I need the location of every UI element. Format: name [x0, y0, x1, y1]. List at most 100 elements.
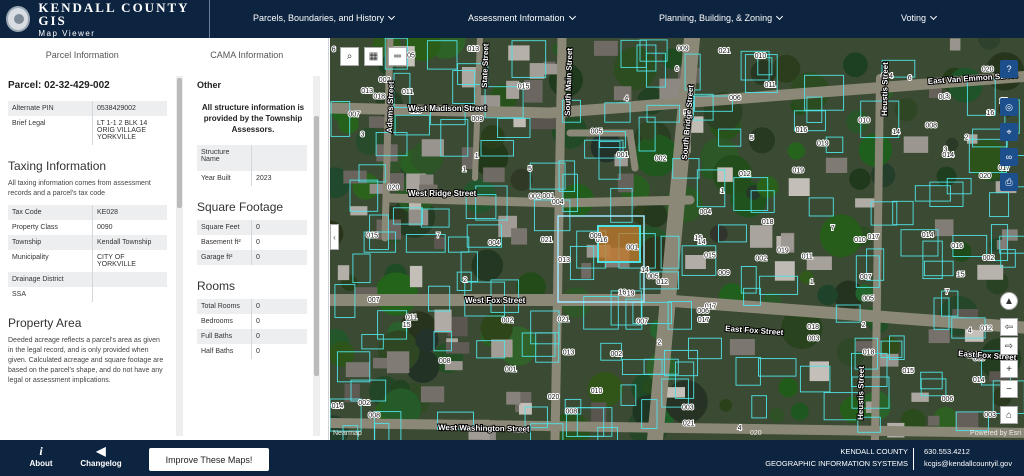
house-roof [594, 40, 618, 56]
house-roof [1001, 229, 1018, 241]
phone-number[interactable]: 630.553.4212 [924, 446, 1012, 458]
field-value: 0 [256, 348, 260, 355]
house-roof [529, 63, 545, 79]
parcel-number: 2 [657, 340, 661, 347]
about-button[interactable]: i About [26, 444, 56, 468]
tree [894, 98, 918, 122]
layers-button[interactable]: ◎ [1000, 98, 1018, 116]
parcel-info-column: Parcel: 02-32-429-002 Alternate PIN 05384… [0, 72, 175, 440]
scale-label: 020 [750, 430, 762, 437]
collapse-panel-button[interactable]: ‹ [330, 224, 339, 250]
changelog-label: Changelog [80, 459, 122, 468]
table-row: Alternate PIN 0538429002 [8, 101, 167, 116]
house-roof [996, 240, 1008, 250]
footer-bar: i About ◀ Changelog Improve These Maps! … [0, 440, 1024, 476]
chevron-down-icon [388, 12, 396, 21]
parcel-number: 7 [436, 233, 440, 240]
street-label: Adams Street [385, 81, 396, 133]
field-label: Tax Code [8, 205, 93, 220]
house-roof [928, 415, 940, 426]
next-extent-button[interactable]: ⇨ [1000, 337, 1018, 355]
parcel-number: 019 [792, 168, 804, 175]
nav-assessment[interactable]: Assessment Information [468, 12, 576, 23]
tree [849, 168, 871, 190]
parcel-number: 008 [925, 123, 937, 130]
improve-maps-button[interactable]: Improve These Maps! [149, 448, 269, 471]
link-button[interactable]: ∞ [1000, 148, 1018, 166]
parcel-number: 1 [475, 153, 479, 160]
parcel-number: 7 [945, 289, 949, 296]
table-row: Bedrooms 0 [197, 314, 307, 329]
table-row: Township Kendall Township [8, 235, 167, 250]
property-area-heading: Property Area [8, 316, 82, 330]
help-button[interactable]: ? [1000, 60, 1018, 78]
logo[interactable]: KENDALL COUNTY GIS Map Viewer [0, 0, 210, 38]
app-subtitle: Map Viewer [38, 28, 96, 38]
parcel-number: 019 [777, 248, 789, 255]
tree [778, 377, 798, 398]
parcel-number: 2 [862, 322, 866, 329]
house-roof [531, 118, 557, 130]
field-value: Kendall Township [97, 239, 152, 246]
nav-parcels-boundaries[interactable]: Parcels, Boundaries, and History [253, 12, 396, 23]
house-roof [685, 255, 706, 269]
field-label: Drainage District [8, 272, 93, 287]
email-link[interactable]: kcgis@kendallcountyil.gov [924, 458, 1012, 470]
field-value: CITY OF YORKVILLE [97, 254, 136, 268]
tree [471, 249, 504, 282]
location-button[interactable]: ⌖ [1000, 123, 1018, 141]
other-heading: Other [197, 80, 222, 90]
scrollbar-thumb[interactable] [177, 78, 182, 208]
measure-button[interactable]: ═ [388, 47, 407, 66]
home-extent-button[interactable]: ⌂ [1000, 406, 1018, 424]
house-roof [446, 342, 470, 354]
scrollbar-thumb[interactable] [314, 116, 319, 376]
left-scrollbar[interactable] [176, 76, 183, 436]
nav-voting[interactable]: Voting [901, 12, 938, 23]
house-roof [977, 264, 1004, 280]
nav-label: Voting [901, 13, 927, 23]
street-label: West Madison Street [408, 104, 487, 113]
house-roof [903, 136, 929, 153]
previous-extent-button[interactable]: ⇦ [1000, 318, 1018, 336]
parcel-number: 002 [755, 255, 767, 262]
parcel-number: 020 [548, 394, 560, 401]
parcel-number: 015 [902, 368, 914, 375]
parcel-number: 016 [951, 243, 963, 250]
compass-button[interactable]: ▲ [1000, 292, 1018, 310]
right-scrollbar[interactable] [313, 76, 320, 436]
table-row: Full Baths 0 [197, 329, 307, 344]
parcel-number: 5 [750, 135, 754, 142]
parcel-number: 021 [719, 48, 731, 55]
search-map-button[interactable]: ⌕ [340, 47, 359, 66]
parcel-number: 005 [862, 296, 874, 303]
taxing-table: Tax Code KE028 Property Class 0090 Townshi… [8, 205, 167, 302]
house-roof [729, 339, 755, 356]
aerial-map[interactable]: 0070080040030020010050060090100110120130… [330, 38, 1024, 440]
sqft-table: Square Feet 0 Basement ft² 0 Garage ft² 0 [197, 220, 307, 265]
parcel-number: 002 [983, 255, 995, 262]
organization-info: KENDALL COUNTY GEOGRAPHIC INFORMATION SY… [765, 446, 908, 470]
app-title: KENDALL COUNTY GIS [38, 0, 190, 28]
qr-button[interactable]: ▦ [364, 47, 383, 66]
table-row: Tax Code KE028 [8, 205, 167, 220]
parcel-number: 014 [942, 152, 954, 159]
map-view[interactable]: 007 008 004 003 002 001 005 006 009 010 011 012 013 0… [330, 38, 1024, 440]
tab-cama-information[interactable]: CAMA Information [165, 38, 329, 72]
table-row: Municipality CITY OF YORKVILLE [8, 250, 167, 272]
tab-parcel-information[interactable]: Parcel Information [0, 38, 165, 72]
parcel-number: 6 [675, 66, 679, 73]
house-roof [386, 351, 410, 374]
nav-label: Assessment Information [468, 13, 565, 23]
field-value: 0 [256, 254, 260, 261]
print-button[interactable]: ⎙ [1000, 173, 1018, 191]
link-icon: ∞ [1005, 152, 1013, 162]
zoom-out-button[interactable]: − [1000, 380, 1018, 398]
zoom-in-button[interactable]: + [1000, 360, 1018, 378]
nav-planning[interactable]: Planning, Building, & Zoning [659, 12, 784, 23]
field-value: 0 [256, 239, 260, 246]
arrow-left-icon: ⇦ [1004, 321, 1014, 333]
changelog-button[interactable]: ◀ Changelog [78, 444, 124, 468]
field-value: 0090 [97, 224, 113, 231]
info-panel: Parcel Information CAMA Information Parc… [0, 38, 329, 440]
